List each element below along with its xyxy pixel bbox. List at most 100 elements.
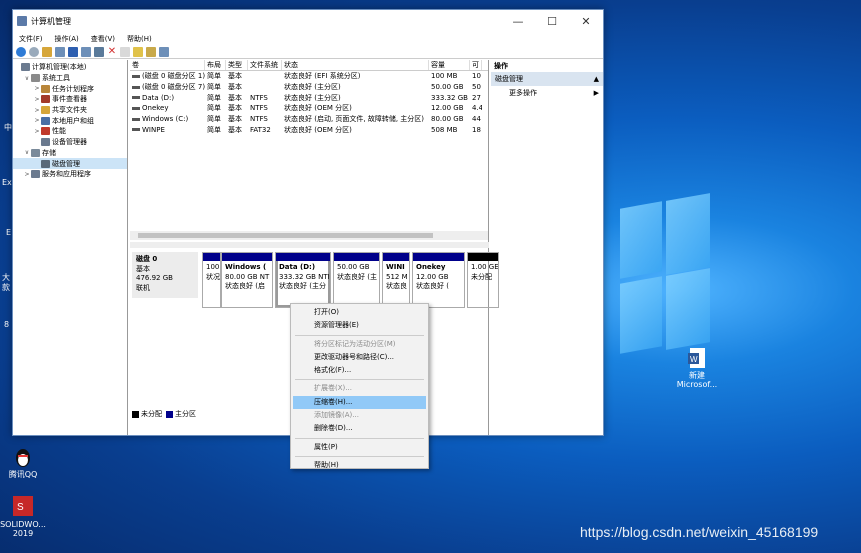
section-label: 磁盘管理 <box>495 75 523 83</box>
show-hide-tree-icon[interactable] <box>55 46 65 57</box>
partition-status: 状态良 <box>386 282 407 290</box>
up-folder-icon[interactable] <box>42 46 52 57</box>
expand-arrow-icon[interactable]: > <box>33 128 41 135</box>
menu-action[interactable]: 操作(A) <box>55 34 79 44</box>
partition-block[interactable]: Onekey 12.00 GB 状态良好 ( <box>412 252 465 308</box>
partition-block[interactable]: Windows (80.00 GB NT 状态良好 (启 <box>221 252 273 308</box>
col-volume[interactable]: 卷 <box>130 60 205 70</box>
expand-arrow-icon[interactable]: > <box>33 107 41 114</box>
tree-item[interactable]: ∨ 系统工具 <box>13 73 127 84</box>
tree-item[interactable]: > 共享文件夹 <box>13 105 127 116</box>
context-menu-item[interactable]: 属性(P) <box>293 441 426 454</box>
details-icon[interactable] <box>159 46 169 57</box>
tree-item-label: 共享文件夹 <box>52 106 87 115</box>
context-menu-item[interactable]: 删除卷(D)... <box>293 422 426 435</box>
table-cell: 508 MB <box>431 125 458 134</box>
context-menu-item[interactable]: 格式化(F)... <box>293 364 426 377</box>
legend-primary: 主分区 <box>166 409 196 419</box>
properties-icon[interactable] <box>81 46 91 57</box>
context-menu-item[interactable]: 更改驱动器号和路径(C)... <box>293 351 426 364</box>
table-row[interactable]: Data (D:) 简单 基本 NTFS 状态良好 (主分区) 333.32 GB 27 <box>130 92 488 103</box>
volume-name-cell: Data (D:) <box>130 94 205 102</box>
partition-status: 状态良好 ( <box>416 282 449 290</box>
tree-item[interactable]: > 事件查看器 <box>13 94 127 105</box>
expand-arrow-icon[interactable]: > <box>23 171 31 178</box>
tree-item[interactable]: > 任务计划程序 <box>13 83 127 94</box>
legend-unallocated: 未分配 <box>132 409 162 419</box>
forward-arrow-icon[interactable] <box>29 46 39 57</box>
partition-block[interactable]: WINI 512 M 状态良 <box>382 252 410 308</box>
tree-item[interactable]: 计算机管理(本地) <box>13 62 127 73</box>
col-status[interactable]: 状态 <box>282 60 429 70</box>
table-cell: 基本 <box>228 125 242 134</box>
context-menu-item[interactable]: 资源管理器(E) <box>293 319 426 332</box>
partition-block[interactable]: 100 状况 <box>202 252 221 308</box>
context-menu-item[interactable]: 打开(O) <box>293 306 426 319</box>
title-bar[interactable]: 计算机管理 — ☐ ✕ <box>13 10 603 32</box>
tree-item[interactable]: > 本地用户和组 <box>13 115 127 126</box>
folder-icon[interactable] <box>133 46 143 57</box>
table-row[interactable]: Windows (C:) 简单 基本 NTFS 状态良好 (启动, 页面文件, 故障转储… <box>130 114 488 125</box>
table-row[interactable]: (磁盘 0 磁盘分区 1) 简单 基本 状态良好 (EFI 系统分区) 100 MB 10 <box>130 71 488 82</box>
tree-item[interactable]: > 性能 <box>13 126 127 137</box>
scrollbar-thumb[interactable] <box>138 233 433 238</box>
tree-item[interactable]: 设备管理器 <box>13 137 127 148</box>
maximize-button[interactable]: ☐ <box>535 15 569 28</box>
volume-name: Windows (C:) <box>142 115 189 124</box>
volume-list: 卷 布局 类型 文件系统 状态 容量 可 (磁盘 0 磁盘分区 1) 简单 基本 状态… <box>130 60 489 242</box>
expand-arrow-icon[interactable]: ∨ <box>23 75 31 82</box>
table-cell: 简单 <box>207 72 221 81</box>
word-document-icon: W <box>687 347 707 369</box>
tree-node-icon <box>41 159 50 168</box>
menu-file[interactable]: 文件(F) <box>19 34 43 44</box>
volume-name: (磁盘 0 磁盘分区 1) <box>142 72 205 81</box>
tree-item[interactable]: ∨ 存储 <box>13 148 127 159</box>
col-layout[interactable]: 布局 <box>205 60 226 70</box>
expand-arrow-icon[interactable]: > <box>33 117 41 124</box>
context-menu-item[interactable]: 压缩卷(H)... <box>293 395 426 410</box>
volume-icon <box>132 96 140 100</box>
more-actions-item[interactable]: 更多操作 ▶ <box>491 86 603 100</box>
col-filesystem[interactable]: 文件系统 <box>248 60 282 70</box>
minimize-button[interactable]: — <box>501 15 535 28</box>
desktop-icon-word-doc[interactable]: W 新建 Microsof... <box>672 347 722 389</box>
tree-item[interactable]: > 服务和应用程序 <box>13 169 127 180</box>
desktop-icon-solidworks[interactable]: S SOLIDWO... 2019 <box>0 496 46 538</box>
checkbox-icon[interactable] <box>120 46 130 57</box>
delete-x-icon[interactable]: ✕ <box>107 46 117 57</box>
tree-item-label: 任务计划程序 <box>52 84 94 93</box>
menu-help[interactable]: 帮助(H) <box>127 34 152 44</box>
expand-arrow-icon[interactable]: ∨ <box>23 149 31 156</box>
col-capacity[interactable]: 容量 <box>429 60 470 70</box>
expand-arrow-icon[interactable]: > <box>33 85 41 92</box>
desktop-icon-label: 腾讯QQ <box>8 470 38 479</box>
table-cell: 简单 <box>207 93 221 102</box>
context-menu-item: 将分区标记为活动分区(M) <box>314 339 396 348</box>
context-menu-item: 扩展卷(X)... <box>314 384 352 393</box>
help-icon[interactable] <box>68 46 78 57</box>
table-cell: 状态良好 (主分区) <box>284 83 341 92</box>
col-type[interactable]: 类型 <box>226 60 248 70</box>
tree-item[interactable]: 磁盘管理 <box>13 158 127 169</box>
context-menu-item[interactable]: 帮助(H) <box>293 459 426 472</box>
horizontal-scrollbar[interactable] <box>130 231 488 240</box>
desktop-icon-qq[interactable]: 腾讯QQ <box>0 446 46 479</box>
collapse-arrow-icon[interactable]: ▲ <box>594 72 599 86</box>
close-button[interactable]: ✕ <box>569 15 603 28</box>
table-row[interactable]: WINPE 简单 基本 FAT32 状态良好 (OEM 分区) 508 MB 18 <box>130 124 488 135</box>
actions-section-disk-management[interactable]: 磁盘管理 ▲ <box>491 72 603 86</box>
submenu-arrow-icon: ▶ <box>593 89 599 97</box>
desktop-icon-label: Microsof... <box>676 380 718 389</box>
tree-node-icon <box>41 84 50 93</box>
table-row[interactable]: Onekey 简单 基本 NTFS 状态良好 (OEM 分区) 12.00 GB 4.4 <box>130 103 488 114</box>
back-arrow-icon[interactable] <box>16 46 26 57</box>
menu-view[interactable]: 查看(V) <box>91 34 115 44</box>
partition-block[interactable]: Data (D:) 333.32 GB NTI 状态良好 (主分 <box>275 252 331 308</box>
table-row[interactable]: (磁盘 0 磁盘分区 7) 简单 基本 状态良好 (主分区) 50.00 GB 50 <box>130 82 488 93</box>
col-free[interactable]: 可 <box>470 60 482 70</box>
connect-icon[interactable] <box>94 46 104 57</box>
disk-0-label[interactable]: 磁盘 0 基本 476.92 GB 联机 <box>132 252 198 298</box>
expand-arrow-icon[interactable]: > <box>33 96 41 103</box>
list-icon[interactable] <box>146 46 156 57</box>
partition-block[interactable]: 50.00 GB 状态良好 (主 <box>333 252 380 308</box>
